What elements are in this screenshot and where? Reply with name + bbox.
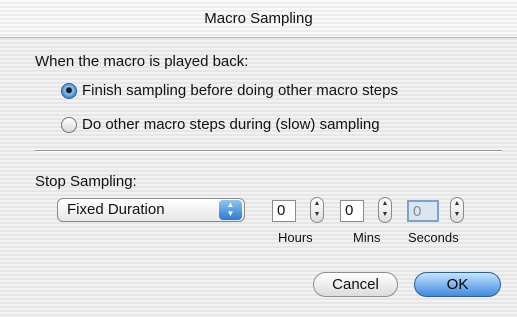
mins-label: Mins: [353, 230, 381, 245]
popup-arrows-icon: ▲ ▼: [219, 200, 242, 220]
stop-sampling-heading: Stop Sampling:: [35, 173, 137, 190]
mins-stepper[interactable]: ▲ ▼: [378, 197, 392, 223]
ok-button[interactable]: OK: [414, 272, 501, 297]
section-divider: [35, 150, 502, 152]
radio-do-other-steps[interactable]: [61, 117, 77, 133]
stop-mode-popup[interactable]: Fixed Duration ▲ ▼: [57, 198, 245, 222]
stop-mode-value: Fixed Duration: [67, 201, 165, 218]
seconds-label: Seconds: [408, 230, 459, 245]
hours-field[interactable]: 0: [272, 200, 296, 222]
playback-heading: When the macro is played back:: [35, 53, 249, 70]
seconds-stepper[interactable]: ▲ ▼: [450, 197, 464, 223]
radio-finish-sampling-label[interactable]: Finish sampling before doing other macro…: [82, 82, 398, 99]
hours-label: Hours: [278, 230, 313, 245]
hours-stepper[interactable]: ▲ ▼: [310, 197, 324, 223]
cancel-button[interactable]: Cancel: [313, 272, 398, 297]
window-title: Macro Sampling: [0, 0, 517, 38]
seconds-field[interactable]: 0: [407, 200, 439, 222]
mins-field[interactable]: 0: [340, 200, 364, 222]
radio-finish-sampling[interactable]: [61, 83, 77, 99]
radio-do-other-steps-label[interactable]: Do other macro steps during (slow) sampl…: [82, 116, 380, 133]
